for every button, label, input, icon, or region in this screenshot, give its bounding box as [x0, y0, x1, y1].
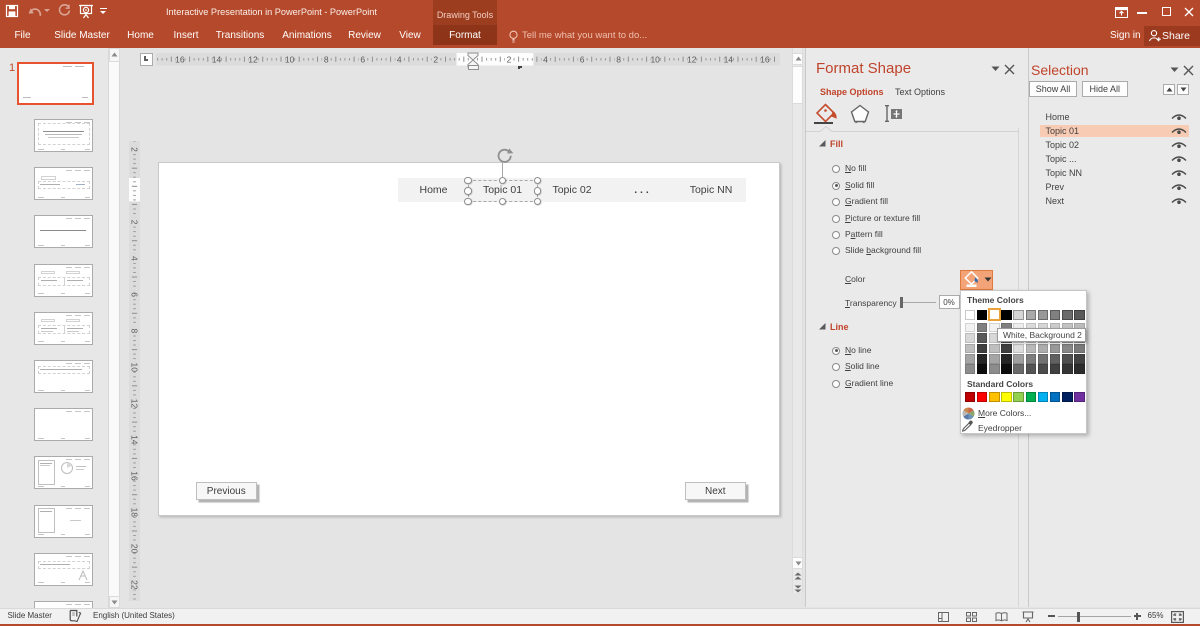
svg-text:18: 18	[130, 508, 140, 518]
svg-text:2: 2	[130, 147, 140, 152]
svg-text:22: 22	[130, 580, 140, 590]
svg-text:8: 8	[130, 329, 140, 334]
svg-text:6: 6	[360, 55, 365, 65]
svg-text:2: 2	[433, 55, 438, 65]
svg-text:12: 12	[248, 55, 258, 65]
svg-text:6: 6	[580, 55, 585, 65]
svg-text:20: 20	[130, 544, 140, 554]
svg-text:4: 4	[397, 55, 402, 65]
svg-text:12: 12	[687, 55, 697, 65]
svg-text:12: 12	[130, 399, 140, 409]
svg-text:14: 14	[212, 55, 222, 65]
svg-text:14: 14	[130, 435, 140, 445]
svg-text:4: 4	[130, 256, 140, 261]
svg-text:16: 16	[175, 55, 185, 65]
svg-text:2: 2	[507, 55, 512, 65]
svg-text:14: 14	[724, 55, 734, 65]
svg-text:8: 8	[616, 55, 621, 65]
svg-text:10: 10	[130, 362, 140, 372]
svg-text:4: 4	[543, 55, 548, 65]
svg-text:2: 2	[130, 220, 140, 225]
svg-text:16: 16	[760, 55, 770, 65]
svg-text:16: 16	[130, 471, 140, 481]
svg-text:10: 10	[285, 55, 295, 65]
svg-text:6: 6	[130, 292, 140, 297]
svg-text:8: 8	[324, 55, 329, 65]
svg-text:10: 10	[650, 55, 660, 65]
